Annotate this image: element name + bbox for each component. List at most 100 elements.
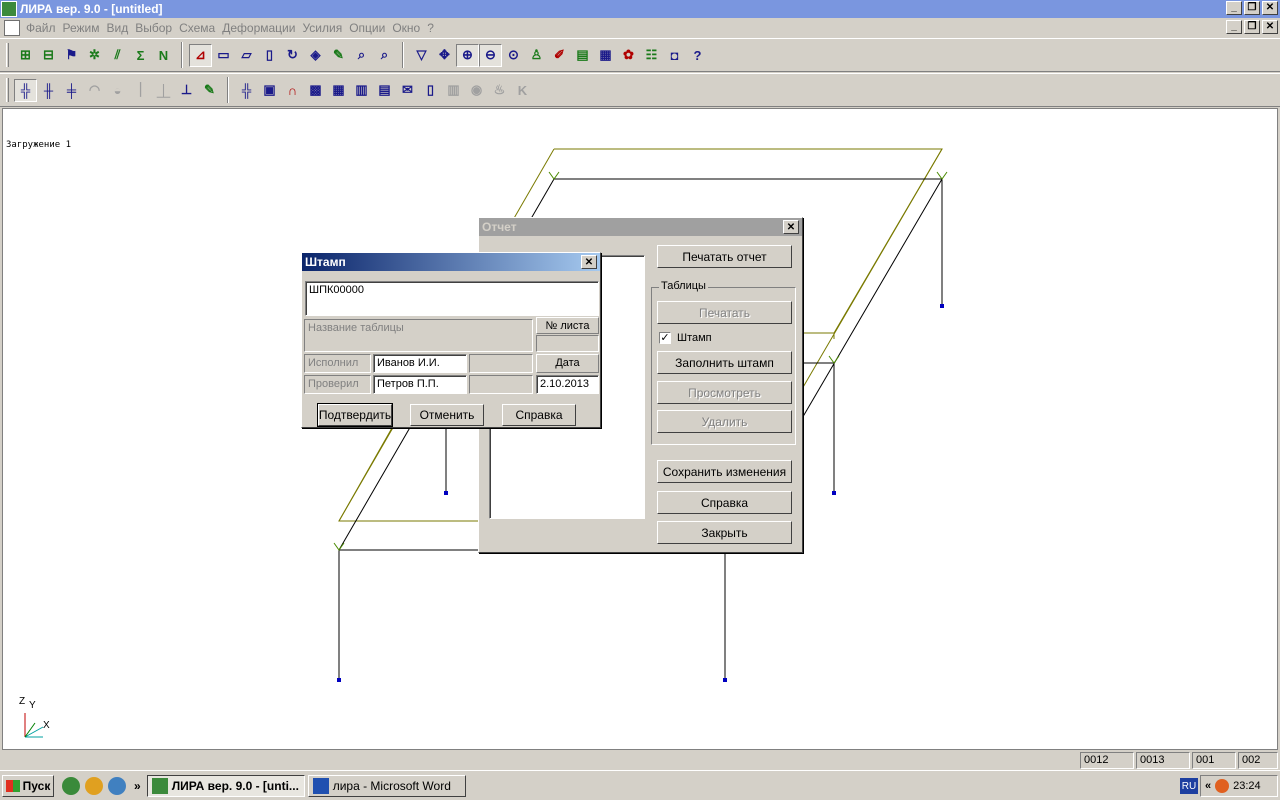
restore-button[interactable]: ❐ bbox=[1244, 1, 1260, 15]
magnet-icon[interactable]: ∩ bbox=[281, 79, 304, 102]
zoom-in-icon[interactable]: ⊕ bbox=[456, 43, 479, 67]
menu-forces[interactable]: Усилия bbox=[302, 21, 349, 35]
beam-grid-icon[interactable]: ╪ bbox=[60, 79, 83, 102]
report-help-button[interactable]: Справка bbox=[657, 491, 792, 514]
layers-icon[interactable]: ▤ bbox=[571, 44, 594, 67]
stamp-code-field[interactable]: ШПК00000 bbox=[305, 281, 599, 316]
shell-icon[interactable]: ◒ bbox=[106, 79, 129, 102]
utorrent-icon[interactable] bbox=[62, 776, 80, 795]
n-load-icon[interactable]: N bbox=[152, 44, 175, 67]
browser-icon[interactable] bbox=[85, 776, 103, 795]
zoom-out-icon[interactable]: ⊖ bbox=[479, 43, 502, 67]
projection-icon[interactable]: ◈ bbox=[304, 44, 327, 67]
edit-scheme-icon[interactable]: ✎ bbox=[198, 79, 221, 102]
truss-grid-icon[interactable]: ╫ bbox=[37, 79, 60, 102]
menu-scheme[interactable]: Схема bbox=[179, 21, 222, 35]
element-tree-icon[interactable]: ⊟ bbox=[37, 44, 60, 67]
doc-restore-button[interactable]: ❐ bbox=[1244, 20, 1260, 34]
checked-sign-field[interactable] bbox=[469, 375, 533, 394]
cancel-button[interactable]: Отменить bbox=[410, 404, 484, 426]
doc-minimize-button[interactable]: _ bbox=[1226, 20, 1242, 34]
cursor-icon[interactable]: ✥ bbox=[433, 44, 456, 67]
quick-launch-more[interactable]: » bbox=[134, 779, 141, 793]
stack-icon[interactable]: ☷ bbox=[640, 44, 663, 67]
close-button[interactable]: ✕ bbox=[1262, 1, 1278, 15]
slab-icon[interactable]: ⏊ bbox=[152, 79, 175, 102]
arc-icon[interactable]: ◠ bbox=[83, 79, 106, 102]
sheet-no-field[interactable] bbox=[536, 335, 599, 352]
zoom-region-icon[interactable]: ⌕ bbox=[373, 44, 396, 67]
close-report-button[interactable]: Закрыть bbox=[657, 521, 792, 544]
mosaic-icon[interactable]: ▩ bbox=[304, 79, 327, 102]
checked-by-input[interactable]: Петров П.П. bbox=[373, 375, 467, 394]
node-numbers-icon[interactable]: ╬ bbox=[235, 79, 258, 102]
n-grid-icon[interactable]: ▥ bbox=[350, 79, 373, 102]
toolbar-grip[interactable] bbox=[6, 43, 9, 67]
chart-grey-icon[interactable]: ▥ bbox=[442, 79, 465, 102]
language-indicator[interactable]: RU bbox=[1180, 778, 1198, 794]
spring-grey-icon[interactable]: ♨ bbox=[488, 79, 511, 102]
element-numbers-icon[interactable]: ▣ bbox=[258, 79, 281, 102]
report-close-icon[interactable]: ✕ bbox=[783, 220, 799, 234]
task-word[interactable]: лира - Microsoft Word bbox=[307, 774, 466, 797]
save-changes-button[interactable]: Сохранить изменения bbox=[657, 460, 792, 483]
toolbar-grip-2[interactable] bbox=[6, 78, 9, 102]
print-report-button[interactable]: Печатать отчет bbox=[657, 245, 792, 268]
hinge-icon[interactable]: ⫽ bbox=[106, 44, 129, 67]
tray-app-icon[interactable] bbox=[1215, 779, 1230, 793]
menu-help[interactable]: ? bbox=[427, 21, 441, 35]
document-icon[interactable] bbox=[4, 20, 20, 36]
node-tree-icon[interactable]: ⊞ bbox=[14, 44, 37, 67]
table-icon[interactable]: ▦ bbox=[594, 44, 617, 67]
menu-view[interactable]: Вид bbox=[107, 21, 136, 35]
menu-options[interactable]: Опции bbox=[349, 21, 392, 35]
column-icon[interactable]: ⏐ bbox=[129, 79, 152, 102]
menu-deformations[interactable]: Деформации bbox=[222, 21, 302, 35]
pencil-icon[interactable]: ✎ bbox=[327, 44, 350, 67]
brush-icon[interactable]: ✐ bbox=[548, 44, 571, 67]
tray-expand-button[interactable]: « bbox=[1205, 780, 1211, 792]
yz-plane-icon[interactable]: ▯ bbox=[258, 44, 281, 67]
fill-stamp-button[interactable]: Заполнить штамп bbox=[657, 351, 792, 374]
menu-mode[interactable]: Режим bbox=[63, 21, 107, 35]
stamp-close-icon[interactable]: ✕ bbox=[581, 255, 597, 269]
palette-icon[interactable]: ✿ bbox=[617, 44, 640, 67]
table-name-field[interactable]: Название таблицы bbox=[304, 319, 533, 352]
tape-icon[interactable]: ✉ bbox=[396, 79, 419, 102]
xz-plane-icon[interactable]: ▭ bbox=[212, 44, 235, 67]
context-help-icon[interactable]: ? bbox=[686, 44, 709, 67]
menu-window[interactable]: Окно bbox=[392, 21, 427, 35]
start-button[interactable]: Пуск bbox=[2, 774, 54, 797]
stamp-help-button[interactable]: Справка bbox=[502, 404, 576, 426]
foundation-icon[interactable]: ⊥ bbox=[175, 79, 198, 102]
app-title-bar[interactable]: ЛИРА вер. 9.0 - [untitled] _ ❐ ✕ bbox=[0, 0, 1280, 18]
delete-button[interactable]: Удалить bbox=[657, 410, 792, 433]
stamp-checkbox[interactable]: ✓ bbox=[659, 332, 671, 344]
axes-icon[interactable]: ⊿ bbox=[189, 43, 212, 67]
disk-grey-icon[interactable]: ◉ bbox=[465, 79, 488, 102]
menu-file[interactable]: Файл bbox=[26, 21, 63, 35]
view-button[interactable]: Просмотреть bbox=[657, 381, 792, 404]
menu-select[interactable]: Выбор bbox=[135, 21, 179, 35]
filter-icon[interactable]: ▽ bbox=[410, 44, 433, 67]
rotate-icon[interactable]: ↻ bbox=[281, 44, 304, 67]
performed-by-input[interactable]: Иванов И.И. bbox=[373, 354, 467, 373]
print-tables-button[interactable]: Печатать bbox=[657, 301, 792, 324]
ky-grey-icon[interactable]: K bbox=[511, 79, 534, 102]
rigidity-icon[interactable]: ✲ bbox=[83, 44, 106, 67]
date-input[interactable]: 2.10.2013 bbox=[536, 375, 599, 394]
m-grid-icon[interactable]: ▤ bbox=[373, 79, 396, 102]
task-lira[interactable]: ЛИРА вер. 9.0 - [unti... bbox=[146, 774, 305, 797]
stamp-dialog-title-bar[interactable]: Штамп ✕ bbox=[302, 253, 600, 271]
camera-icon[interactable]: ◘ bbox=[663, 44, 686, 67]
document-view-icon[interactable]: ▯ bbox=[419, 79, 442, 102]
load-icon[interactable]: ⚑ bbox=[60, 44, 83, 67]
person-icon[interactable]: ♙ bbox=[525, 44, 548, 67]
confirm-button[interactable]: Подтвердить bbox=[317, 403, 393, 427]
xy-plane-icon[interactable]: ▱ bbox=[235, 44, 258, 67]
sum-load-icon[interactable]: Σ bbox=[129, 44, 152, 67]
grid-fill-icon[interactable]: ▦ bbox=[327, 79, 350, 102]
zoom-icon[interactable]: ⌕ bbox=[350, 44, 373, 67]
frame-grid-icon[interactable]: ╬ bbox=[14, 78, 37, 102]
network-icon[interactable] bbox=[108, 776, 126, 795]
